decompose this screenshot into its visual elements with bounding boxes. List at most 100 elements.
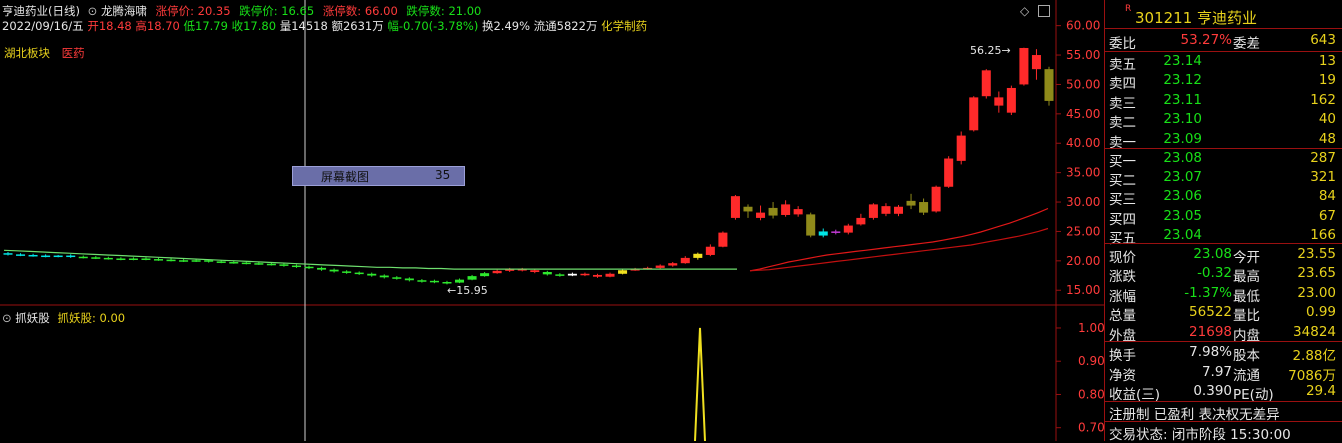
tooltip-value: 35 bbox=[435, 168, 451, 182]
candle-body bbox=[16, 254, 26, 256]
fund-value: 7.97 bbox=[1201, 363, 1232, 380]
y-axis-label: 35.00 bbox=[1066, 166, 1100, 180]
ask-level-price: 23.10 bbox=[1163, 111, 1202, 128]
region-tag[interactable]: 湖北板块 bbox=[4, 46, 50, 60]
lower-y-axis-label: 0.70 bbox=[1078, 421, 1104, 435]
y-axis-label: 50.00 bbox=[1066, 77, 1100, 91]
stat-value-2: 34824 bbox=[1293, 323, 1336, 340]
candle-body bbox=[793, 209, 803, 215]
ratio-label: 委比 bbox=[1109, 36, 1136, 52]
kline-chart[interactable]: 60.00 55.00 50.00 45.00 40.00 35.00 30.00 25.00… bbox=[0, 0, 1104, 441]
tooltip-label: 屏幕截图 bbox=[321, 170, 370, 184]
chart-diamond-icon[interactable]: ◇ bbox=[1020, 4, 1029, 18]
candle-body bbox=[317, 267, 327, 270]
candle-body bbox=[128, 258, 138, 260]
candle-body bbox=[542, 272, 552, 275]
kline-chart-area[interactable]: 60.00 55.00 50.00 45.00 40.00 35.00 30.00 25.00… bbox=[0, 0, 1104, 441]
candle-body bbox=[756, 212, 766, 218]
ask-level-row[interactable]: 卖二 23.10 40 bbox=[1105, 109, 1342, 131]
candle-body bbox=[229, 262, 239, 264]
candle-body bbox=[605, 273, 615, 277]
fund-value: 7.98% bbox=[1189, 344, 1232, 360]
diff-label: 委差 bbox=[1233, 36, 1260, 52]
candle-body bbox=[429, 280, 439, 283]
bid-level-volume: 166 bbox=[1310, 226, 1336, 243]
stat-value: 21698 bbox=[1189, 323, 1232, 340]
fundamental-row: 净资 7.97 流通 7086万 bbox=[1105, 362, 1342, 384]
candle-body bbox=[1019, 47, 1029, 85]
lower-panel-toggle-icon[interactable]: ⊙ bbox=[2, 311, 12, 325]
diff-value: 643 bbox=[1310, 32, 1336, 48]
high-annotation-value: 56.25 bbox=[970, 44, 1002, 57]
candle-body bbox=[818, 231, 828, 236]
limit-down-price: 跌停价: 16.65 bbox=[239, 4, 315, 18]
candle-body bbox=[266, 263, 276, 266]
candle-body bbox=[668, 263, 678, 266]
stat-value-2: 0.99 bbox=[1305, 304, 1336, 321]
ask-level-row[interactable]: 卖三 23.11 162 bbox=[1105, 90, 1342, 112]
ask-level-row[interactable]: 卖四 23.12 19 bbox=[1105, 70, 1342, 92]
candle-body bbox=[417, 280, 427, 282]
candle-body bbox=[919, 202, 929, 213]
bid-level-volume: 321 bbox=[1310, 169, 1336, 186]
ask-level-row[interactable]: 卖五 23.14 13 bbox=[1105, 51, 1342, 73]
candle-body bbox=[592, 274, 602, 277]
fund-value: 0.390 bbox=[1193, 383, 1232, 399]
candle-body bbox=[492, 270, 502, 274]
lower-y-axis-label: 0.80 bbox=[1078, 387, 1104, 401]
fund-label: 收益(三) bbox=[1109, 387, 1161, 403]
indicator-toggle-icon[interactable]: ⊙ bbox=[88, 4, 98, 18]
candle-body bbox=[856, 217, 866, 225]
candle-body bbox=[831, 231, 841, 233]
candle-body bbox=[3, 253, 13, 255]
y-axis-label: 30.00 bbox=[1066, 195, 1100, 209]
lower-panel-header: ⊙ 抓妖股 抓妖股: 0.00 bbox=[2, 310, 125, 326]
candle-body bbox=[1044, 69, 1054, 101]
candle-body bbox=[379, 275, 389, 278]
candle-body bbox=[956, 135, 966, 161]
sector-tags: 湖北板块 医药 bbox=[4, 45, 85, 61]
high-annotation: 56.25→ bbox=[970, 44, 1011, 57]
bar-turnover: 换2.49% bbox=[481, 19, 531, 33]
arrow-icon: → bbox=[1001, 44, 1011, 57]
bar-high: 高18.70 bbox=[135, 19, 180, 33]
screenshot-tooltip[interactable]: 屏幕截图 35 bbox=[292, 166, 465, 186]
candle-body bbox=[906, 200, 916, 206]
candle-body bbox=[868, 204, 878, 218]
y-axis-label: 15.00 bbox=[1066, 283, 1100, 297]
indicator-spike bbox=[694, 327, 706, 441]
candle-body bbox=[580, 273, 590, 276]
bid-level-row[interactable]: 买三 23.06 84 bbox=[1105, 186, 1342, 208]
sector-tag[interactable]: 医药 bbox=[62, 46, 85, 60]
candle-body bbox=[191, 260, 201, 262]
bid-level-row[interactable]: 买一 23.08 287 bbox=[1105, 148, 1342, 170]
candle-body bbox=[781, 204, 791, 215]
stat-value-2: 23.55 bbox=[1297, 246, 1336, 262]
bid-level-row[interactable]: 买二 23.07 321 bbox=[1105, 167, 1342, 189]
stat-value-2: 23.65 bbox=[1297, 265, 1336, 282]
listing-note: 注册制 已盈利 表决权无差异 bbox=[1109, 407, 1280, 423]
lower-panel-name: 抓妖股 bbox=[15, 311, 50, 325]
chart-header-line2: 2022/09/16/五 开18.48 高18.70 低17.79 收17.80… bbox=[2, 18, 647, 34]
stat-row: 外盘 21698 内盘 34824 bbox=[1105, 322, 1342, 344]
chart-maximize-icon[interactable] bbox=[1038, 5, 1050, 17]
ask-level-row[interactable]: 卖一 23.09 48 bbox=[1105, 129, 1342, 151]
candle-body bbox=[981, 70, 991, 97]
bid-level-row[interactable]: 买五 23.04 166 bbox=[1105, 225, 1342, 247]
stat-value-2: 23.00 bbox=[1297, 284, 1336, 301]
candle-body bbox=[216, 261, 226, 263]
y-axis-label: 25.00 bbox=[1066, 224, 1100, 238]
ask-level-volume: 13 bbox=[1318, 53, 1336, 69]
divider bbox=[1105, 28, 1342, 29]
fund-label-2: PE(动) bbox=[1233, 387, 1274, 403]
stat-row: 涨幅 -1.37% 最低 23.00 bbox=[1105, 283, 1342, 305]
stat-row: 涨跌 -0.32 最高 23.65 bbox=[1105, 263, 1342, 285]
lower-y-axis-label: 0.90 bbox=[1078, 354, 1104, 368]
candle-body bbox=[730, 196, 740, 218]
stat-value: -1.37% bbox=[1184, 284, 1232, 301]
candle-body bbox=[705, 246, 715, 255]
fundamental-row: 换手 7.98% 股本 2.88亿 bbox=[1105, 342, 1342, 364]
bid-level-price: 23.04 bbox=[1163, 226, 1202, 243]
bar-open: 开18.48 bbox=[87, 19, 132, 33]
bid-level-row[interactable]: 买四 23.05 67 bbox=[1105, 206, 1342, 228]
